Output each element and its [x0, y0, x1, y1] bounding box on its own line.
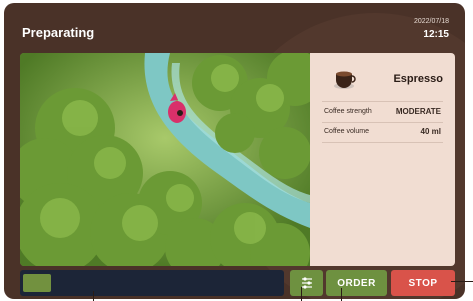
- progress-fill: [23, 274, 51, 292]
- promo-media: [20, 53, 310, 266]
- callout-line: [451, 281, 473, 282]
- setting-value: MODERATE: [395, 107, 441, 116]
- setting-label: Coffee strength: [324, 108, 372, 115]
- setting-label: Coffee volume: [324, 128, 370, 135]
- product-info-panel: Espresso Coffee strength MODERATE Coffee…: [310, 53, 455, 266]
- settings-button[interactable]: [290, 270, 323, 296]
- callout-line: [93, 291, 94, 301]
- coffee-machine-screen: Preparating 2022/07/18 12:15 Espresso Co…: [4, 3, 465, 299]
- callout-line: [341, 288, 342, 301]
- broccoli-landscape-image: [20, 53, 310, 266]
- setting-row-strength: Coffee strength MODERATE: [322, 101, 443, 123]
- coffee-cup-icon: [334, 71, 356, 89]
- order-button[interactable]: ORDER: [326, 270, 387, 296]
- progress-bar: [20, 270, 284, 296]
- status-title: Preparating: [22, 25, 95, 40]
- product-name: Espresso: [393, 73, 443, 85]
- callout-line: [301, 287, 302, 301]
- date-label: 2022/07/18: [413, 18, 449, 25]
- stop-button[interactable]: STOP: [391, 270, 455, 296]
- setting-row-volume: Coffee volume 40 ml: [322, 122, 443, 143]
- time-label: 12:15: [423, 29, 449, 40]
- setting-value: 40 ml: [420, 127, 441, 136]
